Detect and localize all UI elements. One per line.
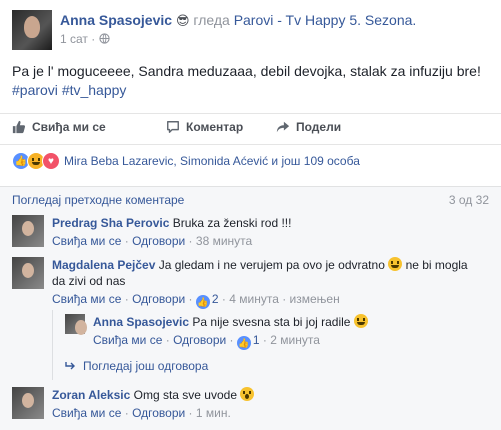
share-button[interactable]: Подели: [276, 120, 341, 134]
comment-like-count[interactable]: 👍 2: [195, 292, 219, 309]
commenter-name[interactable]: Zoran Aleksic: [52, 388, 130, 402]
post-meta: 1 сат ·: [60, 32, 110, 46]
comment-reply-link[interactable]: Одговори: [132, 234, 185, 248]
sunglasses-emoji-icon: 😎: [175, 13, 190, 28]
reply-arrow-icon: [65, 362, 75, 370]
post-author-link[interactable]: Anna Spasojevic: [60, 12, 172, 28]
reply-time[interactable]: 2 минута: [270, 333, 320, 347]
comment-text: Ja gledam i ne verujem pa ovo je odvratn…: [158, 258, 385, 272]
grin-emoji-icon: [388, 257, 403, 271]
comment-body: Zoran Aleksic Omg sta sve uvode Свиђа ми…: [52, 387, 472, 421]
comment-like-link[interactable]: Свиђа ми се: [52, 292, 121, 306]
comment-reply-link[interactable]: Одговори: [132, 292, 185, 306]
commenter-avatar[interactable]: [12, 215, 44, 247]
like-badge-icon: 👍: [195, 295, 210, 309]
comment-time[interactable]: 1 мин.: [196, 406, 231, 420]
view-more-replies-link[interactable]: Погледај још одговора: [65, 359, 208, 373]
grin-emoji-icon: [353, 314, 368, 328]
like-label: Свиђа ми се: [32, 120, 106, 134]
reply-avatar[interactable]: [65, 314, 87, 335]
post-header: Anna Spasojevic 😎 гледа Parovi - Tv Happ…: [12, 10, 491, 54]
comment-meta: Свиђа ми се · Одговори · 38 минута: [52, 234, 253, 248]
reply-reply-link[interactable]: Одговори: [173, 333, 226, 347]
reply-text: Pa nije svesna sta bi joj radile: [192, 315, 351, 329]
post-text: Pa je l' moguceeee, Sandra meduzaaa, deb…: [12, 62, 482, 100]
comment-time[interactable]: 38 минута: [196, 234, 252, 248]
like-button[interactable]: Свиђа ми се: [12, 120, 106, 134]
comment-time[interactable]: 4 минута: [229, 292, 279, 306]
reply-meta: Свиђа ми се · Одговори · 👍 1 · 2 минута: [93, 333, 320, 350]
comment-body: Predrag Sha Perovic Bruka za ženski rod …: [52, 215, 472, 249]
commenter-name[interactable]: Predrag Sha Perovic: [52, 216, 169, 230]
comment-like-link[interactable]: Свиђа ми се: [52, 406, 121, 420]
post-header-line: Anna Spasojevic 😎 гледа Parovi - Tv Happ…: [60, 12, 416, 29]
commenter-avatar[interactable]: [12, 387, 44, 419]
reply-thread: Anna Spasojevic Pa nije svesna sta bi jo…: [52, 310, 493, 380]
post-action-bar: Свиђа ми се Коментар Подели: [0, 113, 501, 145]
comment-edited-label[interactable]: измењен: [290, 292, 340, 306]
previous-comments-row: Погледај претходне коментаре 3 од 32: [12, 193, 489, 207]
hashtag-parovi[interactable]: #parovi: [12, 82, 58, 98]
comment-text: Bruka za ženski rod !!!: [172, 216, 292, 230]
globe-icon: [98, 33, 110, 44]
commenter-name[interactable]: Magdalena Pejčev: [52, 258, 155, 272]
commenter-avatar[interactable]: [12, 257, 44, 289]
reactions-text[interactable]: Mira Beba Lazarevic, Simonida Aćević и ј…: [64, 154, 360, 168]
share-label: Подели: [296, 120, 342, 134]
view-more-replies-label: Погледај још одговора: [83, 359, 209, 373]
heart-icon: ♥: [42, 152, 60, 170]
author-avatar[interactable]: [12, 10, 52, 50]
like-badge-icon: 👍: [236, 336, 251, 350]
comment-meta: Свиђа ми се · Одговори · 1 мин.: [52, 406, 231, 420]
comment-button[interactable]: Коментар: [166, 120, 243, 134]
comment-text: Omg sta sve uvode: [133, 388, 237, 402]
post-target-link[interactable]: Parovi - Tv Happy 5. Sezona.: [234, 12, 417, 28]
comments-section: Погледај претходне коментаре 3 од 32 Pre…: [0, 186, 501, 430]
feeling-text: гледа: [193, 12, 230, 28]
reply-author-name[interactable]: Anna Spasojevic: [93, 315, 189, 329]
thumbs-up-icon: [12, 120, 26, 134]
comment-like-link[interactable]: Свиђа ми се: [52, 234, 121, 248]
comment-icon: [167, 121, 179, 133]
post-body: Pa je l' moguceeee, Sandra meduzaaa, deb…: [12, 63, 481, 79]
comment-label: Коментар: [186, 120, 244, 134]
hashtag-tv-happy[interactable]: #tv_happy: [62, 82, 127, 98]
reply-body: Anna Spasojevic Pa nije svesna sta bi jo…: [93, 314, 473, 350]
comment-meta: Свиђа ми се · Одговори · 👍 2 · 4 минута ·…: [52, 292, 340, 309]
post-timestamp[interactable]: 1 сат: [60, 32, 88, 46]
reactions-summary[interactable]: 👍 ♥ Mira Beba Lazarevic, Simonida Aćević…: [12, 152, 360, 170]
reply-like-count[interactable]: 👍 1: [236, 333, 260, 350]
view-previous-comments-link[interactable]: Погледај претходне коментаре: [12, 193, 184, 207]
share-icon: [276, 121, 290, 133]
comment-count: 3 од 32: [448, 193, 489, 207]
reply-like-link[interactable]: Свиђа ми се: [93, 333, 162, 347]
comment-reply-link[interactable]: Одговори: [132, 406, 185, 420]
wow-emoji-icon: [240, 387, 255, 401]
haha-icon: [27, 152, 45, 170]
comment-body: Magdalena Pejčev Ja gledam i ne verujem …: [52, 257, 472, 309]
